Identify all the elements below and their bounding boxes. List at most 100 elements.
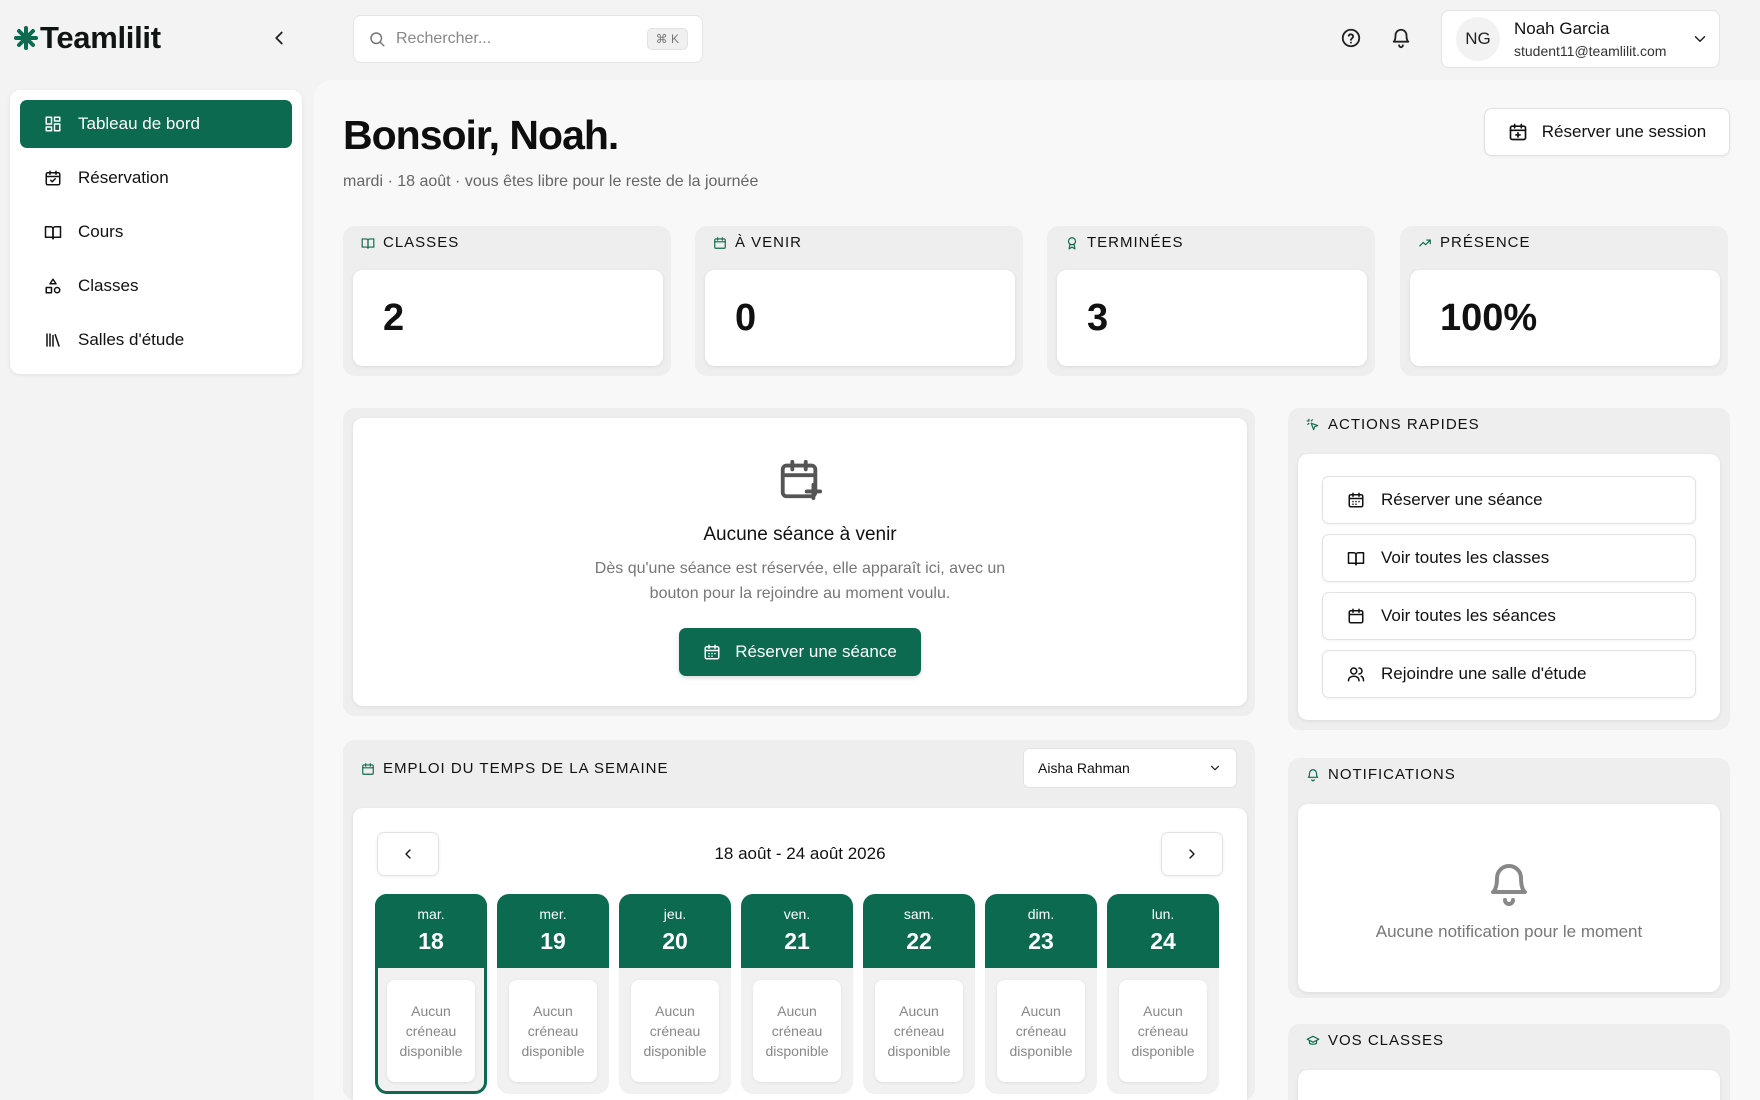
stat-card-classes: CLASSES 2 [343,226,671,376]
book-open-icon [1347,552,1365,566]
help-circle-icon [1341,28,1361,48]
user-email: student11@teamlilit.com [1514,43,1667,59]
stat-value: 3 [1057,270,1367,366]
quick-action-book-session[interactable]: Réserver une séance [1322,476,1696,524]
quick-actions-header: ACTIONS RAPIDES [1306,416,1480,433]
quick-action-join-study-room[interactable]: Rejoindre une salle d'étude [1322,650,1696,698]
next-week-button[interactable] [1161,832,1223,876]
day-header: ven. 21 [741,894,853,968]
book-open-icon [361,237,375,249]
day-column[interactable]: lun. 24 Aucun créneau disponible [1107,894,1219,1094]
stat-label: À VENIR [735,234,803,251]
sidebar-item-label: Classes [78,276,139,295]
stat-header: À VENIR [713,234,802,251]
stat-label: CLASSES [383,234,460,251]
empty-state-title: Aucune séance à venir [703,524,897,545]
sidebar-item-reservation[interactable]: Réservation [20,154,292,202]
day-name: mer. [539,906,567,922]
day-number: 19 [540,928,566,954]
sidebar-item-label: Tableau de bord [78,114,200,133]
schedule-card: 18 août - 24 août 2026 mar. 18 Aucun cré… [353,808,1247,1100]
day-slot: Aucun créneau disponible [875,980,963,1082]
day-column[interactable]: mer. 19 Aucun créneau disponible [497,894,609,1094]
sidebar-item-label: Cours [78,222,124,241]
sidebar-item-label: Salles d'étude [78,330,185,349]
day-name: jeu. [663,906,687,922]
user-menu[interactable]: NG Noah Garcia student11@teamlilit.com [1441,10,1720,68]
sidebar: Tableau de bord Réservation Cours Classe… [10,90,302,374]
stat-value: 100% [1410,270,1720,366]
sparkle-click-icon [1306,418,1319,430]
stat-header: TERMINÉES [1065,234,1184,251]
calendar-icon [362,762,374,775]
day-column[interactable]: sam. 22 Aucun créneau disponible [863,894,975,1094]
user-name: Noah Garcia [1514,19,1610,38]
week-days: mar. 18 Aucun créneau disponible mer. 19… [375,894,1219,1094]
day-slot: Aucun créneau disponible [1119,980,1207,1082]
trending-up-icon [1419,239,1431,246]
book-session-label: Réserver une séance [735,642,897,661]
sidebar-item-dashboard[interactable]: Tableau de bord [20,100,292,148]
sidebar-item-courses[interactable]: Cours [20,208,292,256]
chevron-left-icon [275,31,283,45]
stat-card-completed: TERMINÉES 3 [1047,226,1375,376]
calendar-icon [714,236,726,249]
notifications-title: NOTIFICATIONS [1328,766,1456,783]
day-name: mar. [417,906,445,922]
day-header: sam. 22 [863,894,975,968]
avatar: NG [1456,17,1500,61]
day-column[interactable]: dim. 23 Aucun créneau disponible [985,894,1097,1094]
tutor-select[interactable]: Aisha Rahman [1023,748,1237,788]
day-name: dim. [1027,906,1055,922]
search-icon [370,32,385,47]
search-input[interactable] [396,30,637,48]
day-column[interactable]: mar. 18 Aucun créneau disponible [375,894,487,1094]
day-column[interactable]: jeu. 20 Aucun créneau disponible [619,894,731,1094]
day-slot: Aucun créneau disponible [753,980,841,1082]
bell-icon [1307,768,1319,781]
chevron-down-icon [1694,36,1706,42]
stat-label: TERMINÉES [1087,234,1184,251]
previous-week-button[interactable] [377,832,439,876]
your-classes-panel: VOS CLASSES [1288,1024,1730,1100]
brand-asterisk-icon [14,26,38,50]
sidebar-item-label: Réservation [78,168,169,187]
users-icon [1347,667,1365,682]
collapse-sidebar-button[interactable] [268,27,290,49]
chevron-down-icon [1210,765,1220,771]
day-column[interactable]: ven. 21 Aucun créneau disponible [741,894,853,1094]
brand-logo[interactable]: Teamlilit [14,20,161,56]
day-name: ven. [783,906,811,922]
upcoming-sessions-card: Aucune séance à venir Dès qu'une séance … [353,418,1247,706]
quick-action-view-classes[interactable]: Voir toutes les classes [1322,534,1696,582]
brand-name: Teamlilit [40,20,161,55]
day-slot: Aucun créneau disponible [387,980,475,1082]
day-header: dim. 23 [985,894,1097,968]
book-session-button[interactable]: Réserver une séance [679,628,921,676]
quick-action-view-sessions[interactable]: Voir toutes les séances [1322,592,1696,640]
dashboard-icon [45,116,61,132]
notifications-panel: NOTIFICATIONS Aucune notification pour l… [1288,758,1730,998]
day-header: mer. 19 [497,894,609,968]
search-bar[interactable]: ⌘ K [353,15,703,63]
week-range-label: 18 août - 24 août 2026 [714,844,886,863]
your-classes-title: VOS CLASSES [1328,1032,1445,1049]
stat-value: 0 [705,270,1015,366]
sidebar-item-classes[interactable]: Classes [20,262,292,310]
user-info: Noah Garcia student11@teamlilit.com [1514,19,1691,59]
day-number: 21 [784,928,810,954]
notifications-card: Aucune notification pour le moment [1298,804,1720,992]
notifications-button[interactable] [1390,27,1412,49]
sidebar-item-study-rooms[interactable]: Salles d'étude [20,316,292,364]
day-slot: Aucun créneau disponible [509,980,597,1082]
day-number: 20 [662,928,688,954]
your-classes-header: VOS CLASSES [1306,1032,1444,1049]
calendar-icon [1348,608,1364,624]
calendar-plus-icon [780,459,823,501]
weekly-schedule-panel: EMPLOI DU TEMPS DE LA SEMAINE Aisha Rahm… [343,740,1255,1100]
reserve-session-button[interactable]: Réserver une session [1484,108,1730,156]
stat-label: PRÉSENCE [1440,234,1531,251]
calendar-plus-icon [1509,123,1527,141]
help-button[interactable] [1340,27,1362,49]
day-header: mar. 18 [375,894,487,968]
